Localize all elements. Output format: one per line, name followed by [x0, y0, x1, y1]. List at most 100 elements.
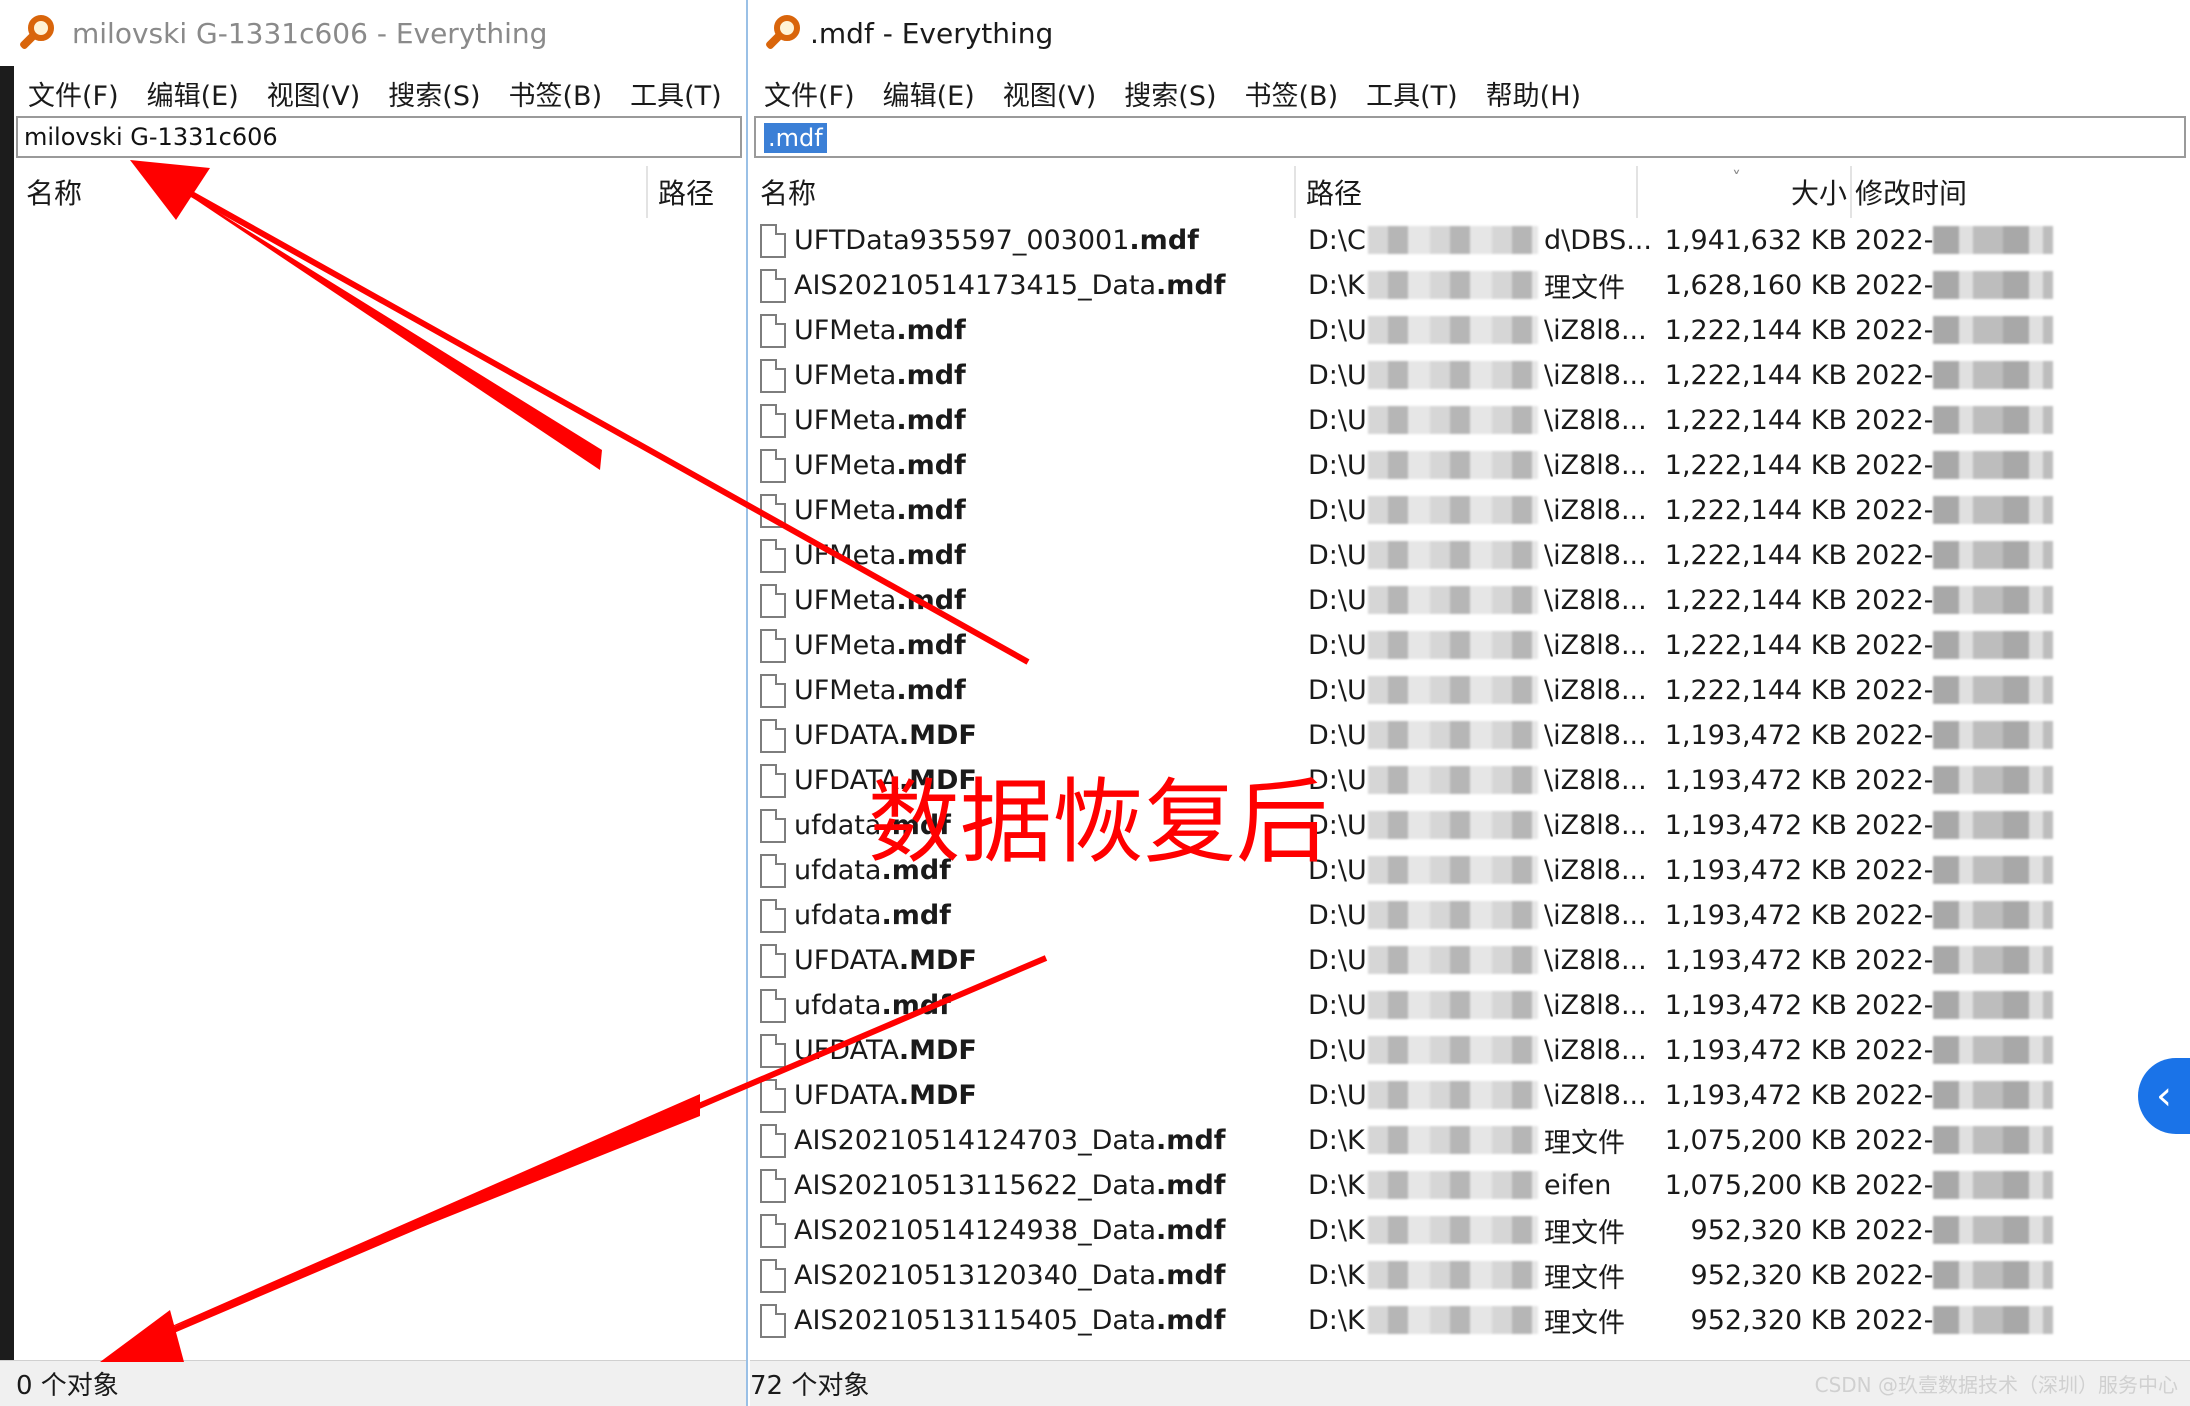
- table-row[interactable]: AIS20210513115622_Data.mdf D:\K eifen 1,075…: [750, 1163, 2190, 1208]
- table-row[interactable]: UFDATA.MDF D:\U \iZ8l8... 1,193,472 KB 2022-: [750, 758, 2190, 803]
- table-row[interactable]: AIS20210514124938_Data.mdf D:\K 理文件 952,320…: [750, 1208, 2190, 1253]
- right-menu-file[interactable]: 文件(F): [764, 74, 855, 113]
- file-path-prefix: D:\K: [1308, 1215, 1365, 1246]
- redacted-path-blur: [1368, 1216, 1538, 1244]
- right-col-modified[interactable]: 修改时间: [1855, 172, 1967, 212]
- table-row[interactable]: ufdata.mdf D:\U \iZ8l8... 1,193,472 KB 2022-: [750, 848, 2190, 893]
- table-row[interactable]: AIS20210514124703_Data.mdf D:\K 理文件 1,075,2…: [750, 1118, 2190, 1163]
- file-size: 1,222,144 KB: [1664, 540, 1847, 571]
- table-row[interactable]: UFMeta.mdf D:\U \iZ8l8... 1,222,144 KB 2022-: [750, 623, 2190, 668]
- file-path-prefix: D:\U: [1308, 495, 1367, 526]
- redacted-path-blur: [1368, 1126, 1538, 1154]
- right-everything-window: .mdf - Everything 文件(F) 编辑(E) 视图(V) 搜索(S…: [750, 0, 2190, 1406]
- file-path-prefix: D:\U: [1308, 630, 1367, 661]
- file-name: AIS20210513120340_Data.mdf: [794, 1260, 1226, 1291]
- file-path-suffix: \iZ8l8...: [1544, 720, 1647, 751]
- table-row[interactable]: UFMeta.mdf D:\U \iZ8l8... 1,222,144 KB 2022-: [750, 308, 2190, 353]
- file-size: 1,193,472 KB: [1664, 720, 1847, 751]
- left-menu-bookmarks[interactable]: 书签(B): [509, 74, 603, 113]
- table-row[interactable]: UFMeta.mdf D:\U \iZ8l8... 1,222,144 KB 2022-: [750, 443, 2190, 488]
- right-menu-help[interactable]: 帮助(H): [1486, 74, 1581, 113]
- file-size: 1,222,144 KB: [1664, 495, 1847, 526]
- left-col-name[interactable]: 名称: [26, 172, 82, 212]
- left-search-input[interactable]: [18, 118, 740, 156]
- right-menu-search[interactable]: 搜索(S): [1124, 74, 1216, 113]
- file-extension: .mdf: [1156, 1125, 1226, 1156]
- file-size: 952,320 KB: [1690, 1260, 1847, 1291]
- right-menu-tools[interactable]: 工具(T): [1366, 74, 1458, 113]
- left-col-path[interactable]: 路径: [658, 172, 714, 212]
- file-path-suffix: \iZ8l8...: [1544, 810, 1647, 841]
- right-search-box[interactable]: .mdf: [754, 116, 2186, 158]
- left-menu-file[interactable]: 文件(F): [28, 74, 119, 113]
- left-menubar: 文件(F) 编辑(E) 视图(V) 搜索(S) 书签(B) 工具(T) 帮助: [0, 66, 746, 120]
- left-menu-view[interactable]: 视图(V): [267, 74, 361, 113]
- redacted-path-blur: [1368, 901, 1538, 929]
- left-menu-tools[interactable]: 工具(T): [630, 74, 722, 113]
- file-name: UFMeta.mdf: [794, 630, 966, 661]
- file-extension: .MDF: [898, 720, 977, 751]
- table-row[interactable]: AIS20210513115405_Data.mdf D:\K 理文件 952,320…: [750, 1298, 2190, 1343]
- file-icon: [760, 1078, 786, 1113]
- file-modified-date: 2022-: [1855, 765, 1934, 796]
- file-extension: .mdf: [1129, 225, 1199, 256]
- file-name: AIS20210514124938_Data.mdf: [794, 1215, 1226, 1246]
- table-row[interactable]: AIS20210513120340_Data.mdf D:\K 理文件 952,320…: [750, 1253, 2190, 1298]
- file-path-prefix: D:\K: [1308, 1260, 1365, 1291]
- file-basename: UFMeta: [794, 495, 897, 526]
- right-window-title: .mdf - Everything: [810, 16, 1054, 50]
- file-name: UFDATA.MDF: [794, 945, 977, 976]
- file-name: ufdata.mdf: [794, 900, 951, 931]
- right-col-separator[interactable]: [1294, 166, 1296, 218]
- table-row[interactable]: UFDATA.MDF D:\U \iZ8l8... 1,193,472 KB 2022-: [750, 713, 2190, 758]
- redacted-date-blur: [1933, 406, 2053, 434]
- file-icon: [760, 1168, 786, 1203]
- table-row[interactable]: UFMeta.mdf D:\U \iZ8l8... 1,222,144 KB 2022-: [750, 488, 2190, 533]
- file-path-prefix: D:\K: [1308, 270, 1365, 301]
- table-row[interactable]: UFTData935597_003001.mdf D:\C d\DBS... 1,94…: [750, 218, 2190, 263]
- file-basename: UFMeta: [794, 540, 897, 571]
- right-col-separator[interactable]: [1850, 166, 1852, 218]
- left-menu-edit[interactable]: 编辑(E): [147, 74, 239, 113]
- right-col-size[interactable]: 大小: [1777, 172, 1847, 212]
- table-row[interactable]: AIS20210514173415_Data.mdf D:\K 理文件 1,628,1…: [750, 263, 2190, 308]
- right-col-path[interactable]: 路径: [1306, 172, 1362, 212]
- table-row[interactable]: ufdata.mdf D:\U \iZ8l8... 1,193,472 KB 2022-: [750, 893, 2190, 938]
- table-row[interactable]: UFDATA.MDF D:\U \iZ8l8... 1,193,472 KB 2022-: [750, 1073, 2190, 1118]
- file-name: ufdata.mdf: [794, 810, 951, 841]
- table-row[interactable]: ufdata.mdf D:\U \iZ8l8... 1,193,472 KB 2022-: [750, 983, 2190, 1028]
- file-icon: [760, 268, 786, 303]
- right-col-name[interactable]: 名称: [760, 172, 816, 212]
- table-row[interactable]: UFMeta.mdf D:\U \iZ8l8... 1,222,144 KB 2022-: [750, 533, 2190, 578]
- table-row[interactable]: UFMeta.mdf D:\U \iZ8l8... 1,222,144 KB 2022-: [750, 398, 2190, 443]
- left-column-header: 名称 路径: [14, 166, 746, 218]
- right-menu-edit[interactable]: 编辑(E): [883, 74, 975, 113]
- redacted-date-blur: [1933, 1306, 2053, 1334]
- everything-magnifier-icon: [18, 13, 58, 53]
- right-search-input[interactable]: .mdf: [764, 123, 827, 153]
- file-path-prefix: D:\U: [1308, 315, 1367, 346]
- redacted-path-blur: [1368, 316, 1538, 344]
- file-extension: .MDF: [898, 945, 977, 976]
- file-extension: .mdf: [896, 585, 966, 616]
- table-row[interactable]: UFMeta.mdf D:\U \iZ8l8... 1,222,144 KB 2022-: [750, 353, 2190, 398]
- file-basename: UFMeta: [794, 675, 897, 706]
- right-menu-bookmarks[interactable]: 书签(B): [1245, 74, 1339, 113]
- redacted-path-blur: [1368, 406, 1538, 434]
- redacted-path-blur: [1368, 451, 1538, 479]
- table-row[interactable]: UFDATA.MDF D:\U \iZ8l8... 1,193,472 KB 2022-: [750, 1028, 2190, 1073]
- table-row[interactable]: ufdata.mdf D:\U \iZ8l8... 1,193,472 KB 2022-: [750, 803, 2190, 848]
- file-path-prefix: D:\K: [1308, 1125, 1365, 1156]
- file-size: 1,193,472 KB: [1664, 765, 1847, 796]
- table-row[interactable]: UFDATA.MDF D:\U \iZ8l8... 1,193,472 KB 2022-: [750, 938, 2190, 983]
- right-menu-view[interactable]: 视图(V): [1003, 74, 1097, 113]
- left-col-separator[interactable]: [646, 166, 648, 218]
- table-row[interactable]: UFMeta.mdf D:\U \iZ8l8... 1,222,144 KB 2022-: [750, 578, 2190, 623]
- table-row[interactable]: UFMeta.mdf D:\U \iZ8l8... 1,222,144 KB 2022-: [750, 668, 2190, 713]
- right-column-header: 名称 路径 大小 修改时间 ˅: [750, 166, 2190, 218]
- left-menu-search[interactable]: 搜索(S): [388, 74, 480, 113]
- file-basename: ufdata: [794, 900, 882, 931]
- file-icon: [760, 988, 786, 1023]
- redacted-date-blur: [1933, 811, 2053, 839]
- right-col-separator[interactable]: [1636, 166, 1638, 218]
